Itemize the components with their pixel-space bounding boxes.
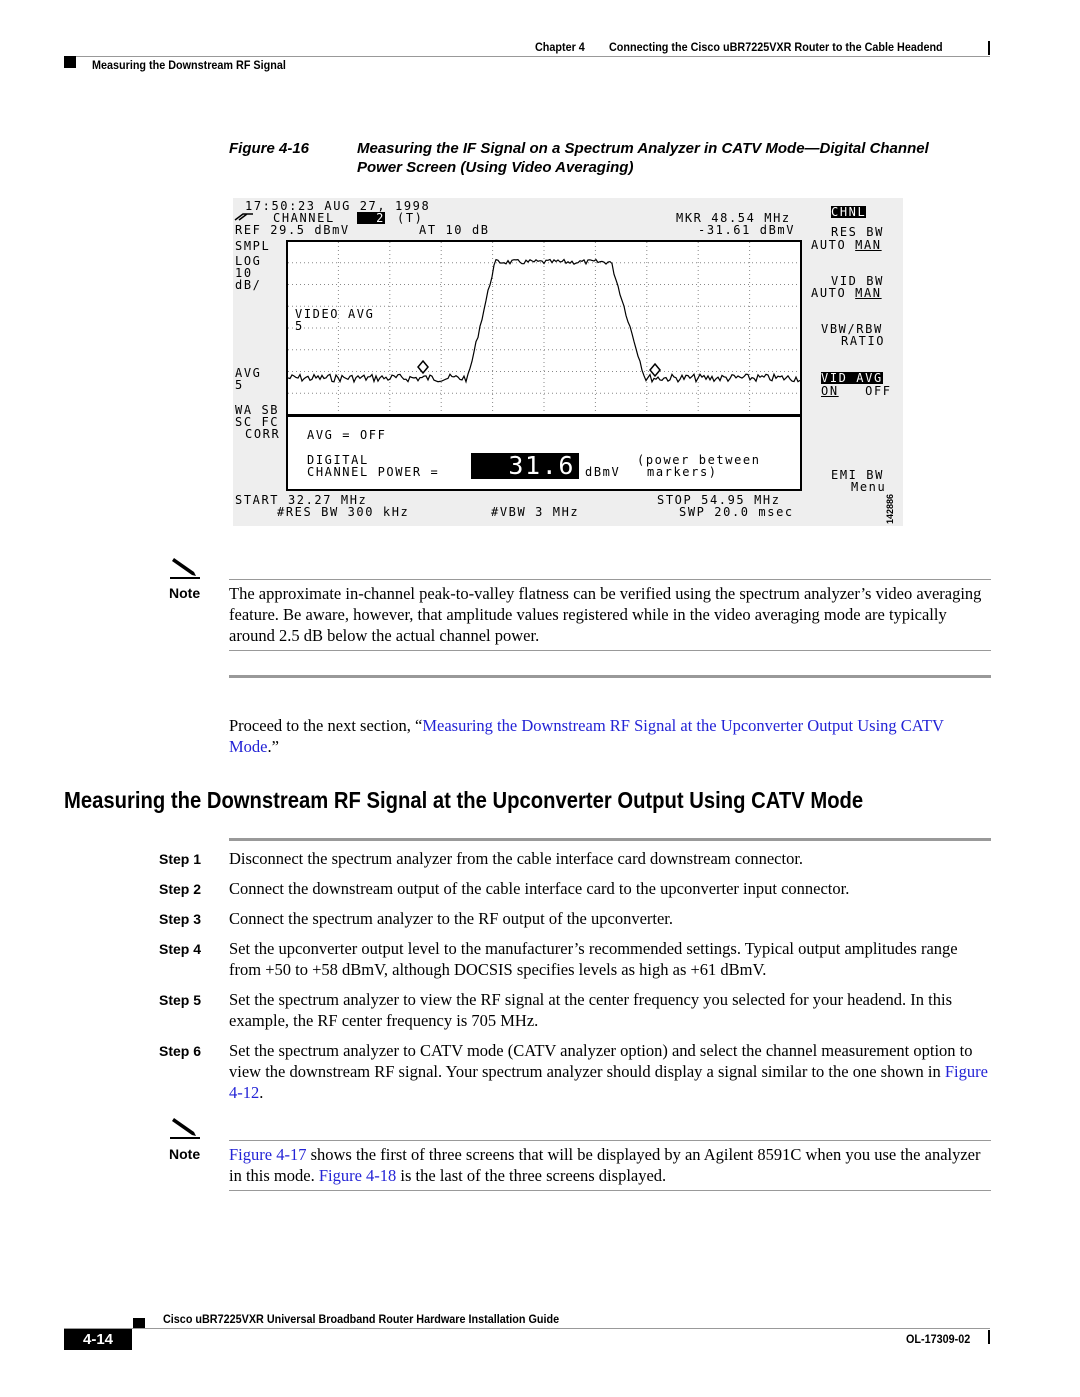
power-unit: dBmV	[585, 465, 621, 479]
header-chapter-title: Connecting the Cisco uBR7225VXR Router t…	[609, 40, 943, 54]
step-label: Step 3	[159, 911, 202, 927]
auto-option: AUTO	[811, 286, 847, 300]
avg-count: 5	[235, 378, 244, 392]
figure-4-17-link[interactable]: Figure 4-17	[229, 1145, 306, 1164]
step-label: Step 2	[159, 881, 202, 897]
step-label: Step 5	[159, 992, 202, 1008]
steps-rule	[229, 838, 991, 841]
softkey-menu: Menu	[851, 480, 887, 494]
step-text-end: .	[259, 1083, 264, 1102]
page-number: 4-14	[64, 1329, 132, 1350]
softkey-ratio: RATIO	[841, 334, 886, 348]
note-text: Figure 4-17 shows the first of three scr…	[229, 1144, 991, 1186]
softkey-vid-bw-mode[interactable]: AUTO MAN	[811, 287, 882, 299]
step-label: Step 4	[159, 941, 202, 957]
step-text: Connect the spectrum analyzer to the RF …	[229, 908, 991, 929]
proceed-pre: Proceed to the next section, “	[229, 716, 423, 735]
proceed-paragraph: Proceed to the next section, “Measuring …	[229, 715, 991, 757]
note-text-2: is the last of the three screens display…	[396, 1166, 667, 1185]
on-option: ON	[821, 384, 839, 398]
section-title: Measuring the Downstream RF Signal at th…	[64, 787, 864, 813]
corr-label: CORR	[245, 427, 281, 441]
vbw-value: #VBW 3 MHz	[491, 505, 580, 519]
auto-option: AUTO	[811, 238, 847, 252]
figure-title-1: Measuring the IF Signal on a Spectrum An…	[357, 140, 929, 157]
section-heading: Measuring the Downstream RF Signal at th…	[64, 787, 972, 814]
video-avg-label: VIDEO AVG	[295, 307, 375, 321]
spectrum-analyzer-screen: 17:50:23 AUG 27, 1998 CHANNEL 2 (T) REF …	[233, 198, 903, 526]
step-text-body: Set the spectrum analyzer to view the RF…	[229, 990, 953, 1030]
note-rule-bottom	[229, 1190, 991, 1191]
step-text: Set the spectrum analyzer to CATV mode (…	[229, 1040, 991, 1103]
figure-label: Figure 4-16	[229, 140, 310, 157]
note-text: The approximate in-channel peak-to-valle…	[229, 584, 982, 645]
man-option: MAN	[855, 286, 882, 300]
avg-off: AVG = OFF	[307, 428, 387, 442]
note-label: Note	[169, 1146, 201, 1162]
doc-number: OL-17309-02	[906, 1332, 971, 1346]
step-text-body: Connect the downstream output of the cab…	[229, 879, 850, 898]
step-text: Connect the downstream output of the cab…	[229, 878, 991, 899]
smpl-label: SMPL	[235, 239, 271, 253]
channel-power-value: 31.6	[471, 453, 579, 479]
attenuation: AT 10 dB	[419, 223, 490, 237]
figure-title-2: Power Screen (Using Video Averaging)	[357, 159, 634, 176]
step-label: Step 6	[159, 1043, 202, 1059]
step-text: Set the spectrum analyzer to view the RF…	[229, 989, 991, 1031]
softkey-chnl[interactable]: CHNL	[831, 206, 867, 218]
note-rule-top	[229, 579, 991, 580]
proceed-post: .”	[267, 737, 279, 756]
res-bw-value: #RES BW 300 kHz	[277, 505, 410, 519]
figure-4-18-link[interactable]: Figure 4-18	[319, 1166, 396, 1185]
header-section: Measuring the Downstream RF Signal	[92, 58, 286, 72]
header-chapter: Chapter 4	[535, 40, 585, 54]
step-text-body: Set the upconverter output level to the …	[229, 939, 958, 979]
ref-level: REF 29.5 dBmV	[235, 223, 350, 237]
section-divider	[229, 675, 991, 678]
step-label: Step 1	[159, 851, 202, 867]
step-text: Disconnect the spectrum analyzer from th…	[229, 848, 991, 869]
channel-number: 2	[357, 212, 385, 224]
video-avg-count: 5	[295, 319, 304, 333]
step-text-body: Set the spectrum analyzer to CATV mode (…	[229, 1041, 973, 1081]
note-pencil-icon	[170, 556, 200, 585]
note-rule-top	[229, 1140, 991, 1141]
softkey-res-bw[interactable]: RES BW	[831, 226, 884, 238]
footer-rule	[64, 1328, 990, 1329]
channel-power-label: CHANNEL POWER =	[307, 465, 440, 479]
step-text-body: Connect the spectrum analyzer to the RF …	[229, 909, 674, 928]
header-rule	[64, 56, 990, 57]
hp-logo-icon	[234, 213, 253, 221]
note-label: Note	[169, 585, 201, 601]
figure-id: 142886	[885, 493, 895, 524]
man-option: MAN	[855, 238, 882, 252]
footer-guide-title: Cisco uBR7225VXR Universal Broadband Rou…	[163, 1312, 560, 1326]
step-text-body: Disconnect the spectrum analyzer from th…	[229, 849, 804, 868]
header-bar	[988, 41, 990, 55]
softkey-vid-avg-state[interactable]: ON OFF	[821, 385, 892, 397]
softkey-res-bw-mode[interactable]: AUTO MAN	[811, 239, 882, 251]
header-square	[64, 56, 76, 68]
power-note-2: markers)	[647, 465, 718, 479]
footer-bar	[988, 1330, 990, 1344]
scale-unit-label: dB/	[235, 278, 262, 292]
note-rule-bottom	[229, 650, 991, 651]
sweep-time: SWP 20.0 msec	[679, 505, 794, 519]
note-pencil-icon	[170, 1116, 200, 1145]
document-page: Chapter 4 Connecting the Cisco uBR7225VX…	[0, 0, 1080, 1397]
softkey-vid-avg[interactable]: VID AVG	[821, 372, 883, 384]
footer-square	[133, 1318, 145, 1328]
off-option: OFF	[865, 384, 892, 398]
marker-level: -31.61 dBmV	[698, 223, 796, 237]
step-text: Set the upconverter output level to the …	[229, 938, 991, 980]
